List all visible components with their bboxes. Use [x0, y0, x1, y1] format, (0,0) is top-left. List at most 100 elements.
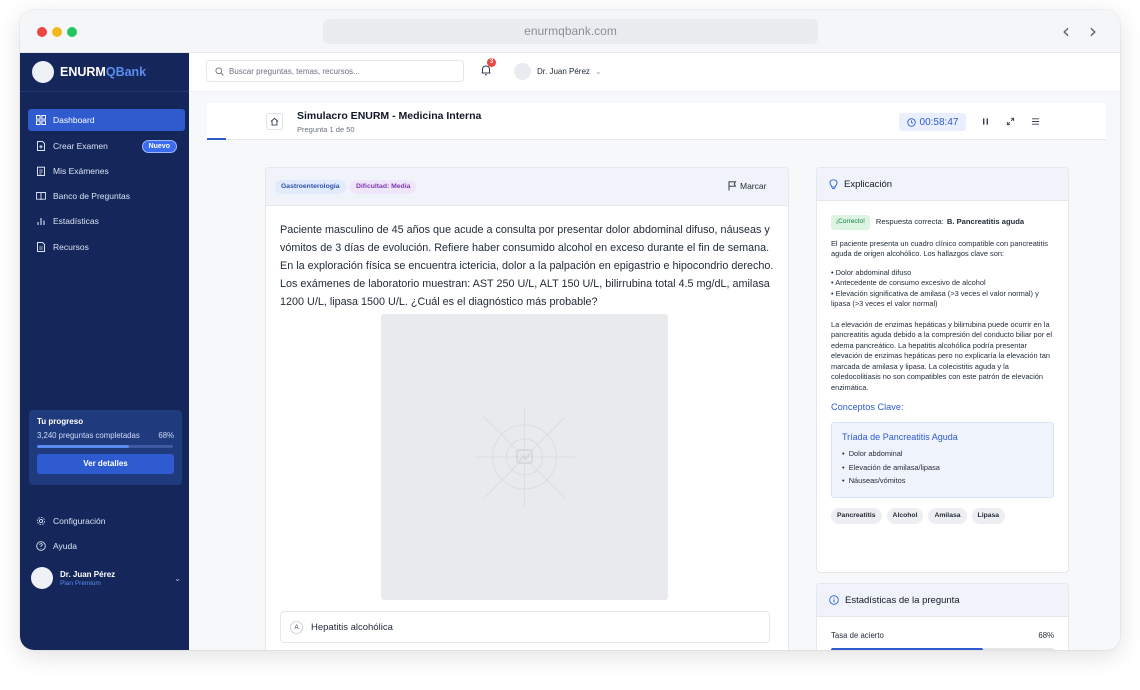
option-text: Hepatitis alcohólica — [311, 621, 393, 633]
address-bar[interactable]: enurmqbank.com — [323, 19, 818, 44]
list-item: • Elevación de amilasa/lipasa — [842, 462, 940, 472]
help-circle-icon — [36, 541, 46, 551]
sidebar-item-label: Mis Exámenes — [53, 166, 109, 176]
info-icon — [829, 595, 839, 605]
question-text: Paciente masculino de 45 años que acude … — [280, 224, 774, 308]
exam-title: Simulacro ENURM - Medicina Interna — [297, 110, 482, 122]
keyword-chip[interactable]: Pancreatitis — [831, 507, 882, 524]
sidebar-item-estadisticas[interactable]: Estadísticas — [28, 210, 185, 232]
sidebar-item-label: Dashboard — [53, 115, 95, 125]
keyword-chip[interactable]: Alcohol — [886, 507, 924, 524]
sidebar-item-label: Ayuda — [53, 541, 77, 551]
divider — [20, 91, 189, 92]
question-counter: Pregunta 1 de 50 — [297, 125, 355, 134]
key-concepts-title: Conceptos Clave: — [831, 402, 904, 412]
browser-window: enurmqbank.com ‹ › ENURMQBank Dashboard … — [20, 10, 1120, 650]
chevron-down-icon: ⌄ — [594, 66, 602, 76]
exam-progress-bar — [207, 138, 226, 140]
sidebar-item-label: Configuración — [53, 516, 106, 526]
sidebar-item-configuracion[interactable]: Configuración — [28, 510, 185, 532]
sidebar-item-banco-de-preguntas[interactable]: Banco de Preguntas — [28, 185, 185, 207]
book-icon — [36, 191, 46, 201]
progress-bar — [37, 445, 173, 448]
sidebar-item-recursos[interactable]: Recursos — [28, 236, 185, 258]
sidebar-user-menu[interactable]: Dr. Juan Pérez Plan Premium ⌄ — [31, 565, 181, 591]
view-details-button[interactable]: Ver detalles — [37, 454, 174, 474]
explanation-card: Explicación ¡Correcto! Respuesta correct… — [816, 167, 1069, 573]
close-window-button[interactable] — [37, 27, 47, 37]
option-letter: A — [290, 620, 303, 634]
maximize-window-button[interactable] — [67, 27, 77, 37]
user-name: Dr. Juan Pérez — [60, 569, 116, 579]
question-card: Gastroenterología Dificultad: Media Marc… — [265, 167, 789, 650]
grid-icon — [36, 115, 46, 125]
key-findings-list: • Dolor abdominal difuso • Antecedente d… — [831, 268, 1054, 310]
keyword-chip[interactable]: Lipasa — [971, 507, 1006, 524]
fullscreen-icon[interactable] — [1004, 115, 1016, 127]
brand-logo[interactable]: ENURMQBank — [32, 59, 146, 85]
progress-card: Tu progreso 3,240 preguntas completadas … — [29, 410, 182, 485]
new-badge: Nuevo — [141, 139, 177, 153]
answer-label: Respuesta correcta: — [875, 217, 944, 226]
document-plus-icon — [36, 141, 46, 151]
keyword-chips: Pancreatitis Alcohol Amilasa Lipasa — [831, 507, 1054, 524]
success-rate-bar — [831, 648, 1054, 650]
sidebar-item-ayuda[interactable]: Ayuda — [28, 535, 185, 557]
sidebar: ENURMQBank Dashboard Crear Examen Nuevo … — [20, 53, 189, 650]
question-list-icon[interactable] — [1029, 115, 1041, 127]
lightbulb-icon — [829, 178, 838, 189]
avatar — [31, 567, 53, 589]
sidebar-item-label: Crear Examen — [53, 141, 108, 151]
avatar — [514, 62, 531, 80]
list-item: • Dolor abdominal difuso — [831, 267, 912, 277]
concept-box: Tríada de Pancreatitis Aguda • Dolor abd… — [831, 421, 1054, 498]
list-item: • Elevación significativa de amilasa (>3… — [831, 288, 1039, 309]
pause-icon[interactable] — [979, 115, 991, 127]
mark-button[interactable]: Marcar — [728, 181, 766, 191]
top-header: Buscar preguntas, temas, recursos... 3 D… — [189, 53, 1120, 92]
progress-percent: 68% — [158, 431, 174, 440]
progress-count: 3,240 preguntas completadas — [37, 431, 140, 440]
file-icon — [36, 242, 46, 252]
home-button[interactable] — [266, 113, 283, 130]
back-arrow-icon[interactable]: ‹ — [1055, 18, 1077, 44]
exam-timer: 00:58:47 — [899, 113, 966, 131]
explanation-title: Explicación — [844, 178, 893, 190]
question-image[interactable] — [381, 314, 668, 600]
forward-arrow-icon[interactable]: › — [1082, 18, 1104, 44]
search-input[interactable]: Buscar preguntas, temas, recursos... — [206, 60, 464, 82]
explanation-intro: El paciente presenta un cuadro clínico c… — [831, 238, 1048, 259]
stats-title: Estadísticas de la pregunta — [845, 594, 960, 606]
header-user-name: Dr. Juan Pérez — [537, 66, 590, 76]
correct-badge: ¡Correcto! — [831, 215, 870, 230]
sidebar-item-dashboard[interactable]: Dashboard — [28, 109, 185, 131]
home-icon — [270, 117, 279, 126]
gear-icon — [36, 516, 46, 526]
question-header: Gastroenterología Dificultad: Media Marc… — [266, 168, 788, 206]
stats-label: Tasa de acierto — [831, 631, 884, 640]
correct-answer: B. Pancreatitis aguda — [946, 217, 1025, 226]
list-item: • Dolor abdominal — [842, 449, 903, 458]
flag-icon — [728, 181, 737, 191]
minimize-window-button[interactable] — [52, 27, 62, 37]
concept-title: Tríada de Pancreatitis Aguda — [842, 431, 958, 442]
chevron-down-icon: ⌄ — [174, 573, 181, 583]
sidebar-item-crear-examen[interactable]: Crear Examen Nuevo — [28, 135, 185, 157]
option-a[interactable]: A Hepatitis alcohólica — [280, 611, 770, 643]
topic-tag[interactable]: Gastroenterología — [275, 180, 346, 194]
sidebar-item-mis-examenes[interactable]: Mis Exámenes — [28, 160, 185, 182]
logo-icon — [32, 61, 54, 83]
search-icon — [215, 66, 224, 76]
sidebar-item-label: Estadísticas — [53, 216, 99, 226]
explanation-header: Explicación — [817, 168, 1068, 201]
header-user-menu[interactable]: Dr. Juan Pérez ⌄ — [514, 61, 602, 81]
keyword-chip[interactable]: Amilasa — [928, 507, 967, 524]
clock-icon — [906, 117, 916, 127]
browser-toolbar: enurmqbank.com ‹ › — [20, 10, 1120, 53]
brand-name: ENURMQBank — [60, 65, 147, 79]
concept-list: • Dolor abdominal • Elevación de amilasa… — [842, 447, 1043, 488]
sidebar-item-label: Recursos — [53, 242, 89, 252]
search-placeholder: Buscar preguntas, temas, recursos... — [229, 66, 360, 76]
list-item: • Náuseas/vómitos — [842, 476, 906, 485]
list-item: • Antecedente de consumo excesivo de alc… — [831, 278, 986, 287]
